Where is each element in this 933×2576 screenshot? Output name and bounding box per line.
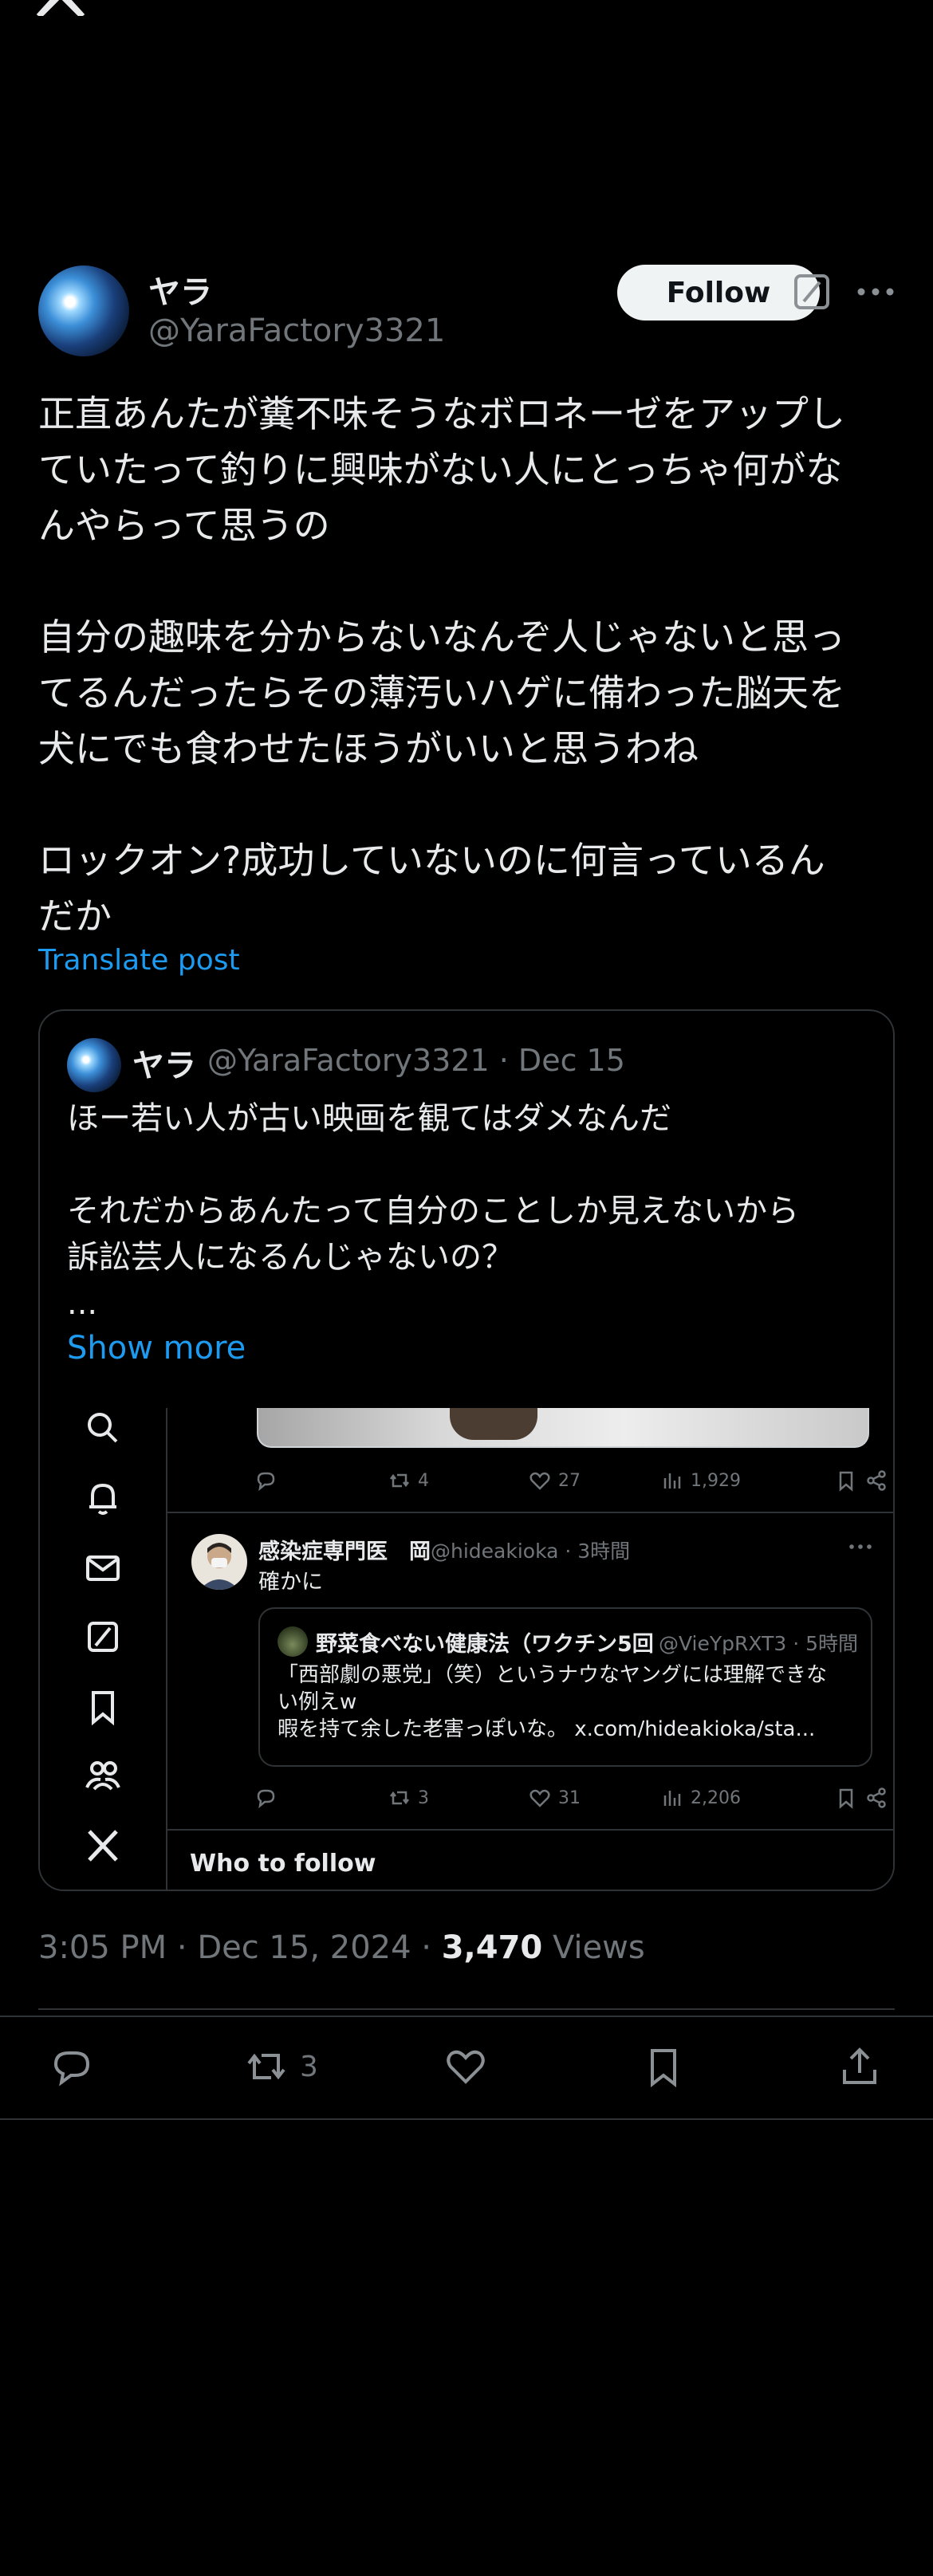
nested-quote-avatar [278,1626,308,1657]
post-metadata: 3:05 PM · Dec 15, 2024 · 3,470 Views [38,1929,645,1966]
bookmark-icon [834,1786,858,1810]
x-logo-icon[interactable] [35,0,86,18]
views-stat: 2,206 [660,1786,741,1810]
grok-icon [83,1617,123,1657]
divider [38,2008,895,2010]
author-avatar[interactable] [38,265,129,356]
quoted-author-name: ヤラ [132,1048,196,1084]
quoted-author-handle-date: @YaraFactory3321 · Dec 15 [207,1043,625,1078]
show-more-link[interactable]: Show more [67,1330,246,1367]
reply-icon [53,2051,90,2086]
screenshot-timeline: 4 27 1,929 感染症専門医 岡 @hideakioka · 3時間 確か… [167,1408,893,1890]
screenshot-author-handle: @hideakioka · 3時間 [431,1540,631,1563]
screenshot-nested-quote: 野菜食べない健康法（ワクチン5回 @VieYpRXT3 · 5時間 「西部劇の悪… [258,1607,872,1767]
more-options-icon[interactable] [853,273,898,311]
bookmark-icon [651,2049,676,2088]
views-stat: 1,929 [660,1469,741,1493]
reply-icon [254,1786,278,1810]
author-name[interactable]: ヤラ [148,266,212,313]
retweet-icon [247,2053,285,2080]
screenshot-photo [257,1408,869,1448]
screenshot-tweet1-actions: 4 27 1,929 [167,1464,893,1496]
screenshot-sidebar [40,1408,167,1890]
retweet-button[interactable]: 3 [244,2041,318,2092]
quoted-post-card[interactable]: ヤラ @YaraFactory3321 · Dec 15 ほー若い人が古い映画を… [38,1009,895,1891]
reply-icon [254,1469,278,1493]
nested-quote-text: 「西部劇の悪党」（笑）というナウなヤングには理解できな い例えw 暇を持て余した… [278,1663,828,1741]
views-count: 2,206 [691,1787,741,1808]
reply-button[interactable] [49,2041,94,2092]
like-stat: 31 [528,1786,581,1810]
divider [167,1829,893,1831]
retweet-stat: 4 [388,1469,429,1493]
nested-quote-handle: @VieYpRXT3 · 5時間 [659,1632,859,1655]
bookmark-button[interactable] [641,2041,686,2092]
x-logo-icon [83,1826,123,1866]
retweet-stat: 3 [388,1786,429,1810]
bookmark-icon [83,1687,123,1727]
views-count: 1,929 [691,1470,741,1491]
like-count: 31 [558,1787,581,1808]
communities-icon [83,1756,123,1795]
author-handle[interactable]: @YaraFactory3321 [148,313,445,349]
post-timestamp[interactable]: 3:05 PM · Dec 15, 2024 · [38,1929,442,1966]
post-text: 正直あんたが糞不味そうなボロネーゼをアップし ていたって釣りに興味がない人にとっ… [38,392,845,938]
share-icon [864,1469,888,1493]
screenshot-tweet2-actions: 3 31 2,206 [167,1781,893,1813]
photo-detail [450,1408,537,1440]
heart-icon [447,2050,485,2084]
quoted-media-screenshot[interactable]: 4 27 1,929 感染症専門医 岡 @hideakioka · 3時間 確か… [40,1408,893,1890]
like-count: 27 [558,1470,581,1491]
translate-post-link[interactable]: Translate post [38,944,240,977]
bookmark-icon [834,1469,858,1493]
share-icon [864,1786,888,1810]
share-icon [843,2047,876,2084]
screenshot-author-avatar [191,1534,247,1590]
retweet-count: 4 [418,1470,429,1491]
mail-icon [83,1548,123,1588]
retweet-count: 3 [300,2050,318,2083]
search-icon [83,1408,123,1448]
quoted-post-text: ほー若い人が古い映画を観てはダメなんだ それだからあんたって自分のことしか見えな… [67,1100,799,1322]
quoted-author-avatar [67,1038,121,1092]
divider [167,1512,893,1513]
like-stat: 27 [528,1469,581,1493]
notifications-icon [83,1478,123,1518]
who-to-follow-heading: Who to follow [190,1850,376,1878]
views-label: Views [542,1929,645,1966]
screenshot-tweet-text: 確かに [258,1570,323,1595]
more-options-icon [847,1537,874,1556]
nested-quote-name: 野菜食べない健康法（ワクチン5回 [316,1632,654,1657]
grok-icon[interactable] [793,273,831,311]
follow-button[interactable]: Follow [617,265,820,321]
retweet-count: 3 [418,1787,429,1808]
like-button[interactable] [443,2041,488,2092]
share-button[interactable] [837,2041,882,2092]
screenshot-author-name: 感染症専門医 岡 [258,1540,431,1564]
divider [0,2016,933,2017]
views-count: 3,470 [441,1929,543,1966]
divider [0,2118,933,2120]
